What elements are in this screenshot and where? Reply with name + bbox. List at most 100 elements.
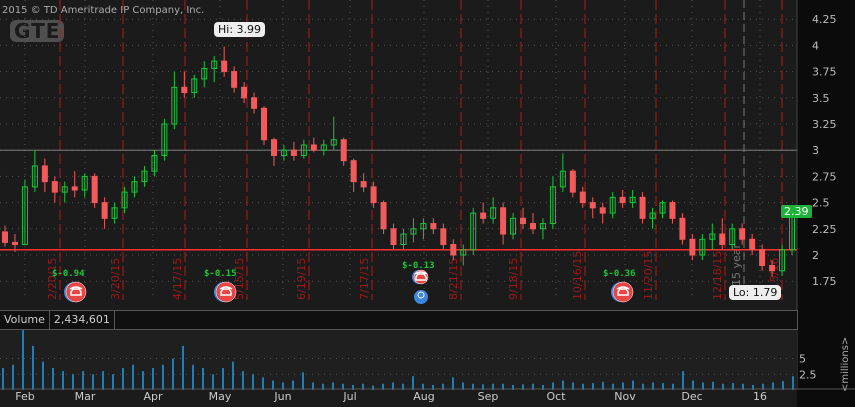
candle-body [41,165,48,183]
candle-body [261,107,268,141]
volume-tick-label: 2.5 [799,368,817,381]
earnings-label: $-0.15 [204,269,237,279]
candle-body [2,231,8,243]
price-chart[interactable]: 4.2543.753.53.2532.752.52.2521.752/20/15… [0,0,855,407]
volume-bar [12,364,14,390]
phone-icon [65,281,87,303]
y-tick-label: 3 [812,144,819,157]
earnings-label: $-0.94 [52,269,85,279]
candle-body [360,181,367,188]
y-tick-label: 2.5 [812,197,830,210]
x-tick-label: 16 [753,390,767,403]
x-tick-label: Jul [343,390,357,403]
volume-bar [212,374,214,390]
volume-bar [62,371,64,390]
volume-bar [162,364,164,390]
earnings-label: $-0.13 [402,261,435,271]
volume-bar [142,371,144,390]
candle-body [719,233,726,246]
y-tick-label: 3.75 [812,66,837,79]
x-tick-label: Feb [15,390,35,403]
candle-body [689,238,696,256]
expiry-date-label: 6/19/15 [295,258,308,300]
low-callout: Lo: 1.79 [729,285,782,300]
expiry-date-label: 7/17/15 [358,258,371,300]
x-tick-label: Aug [413,390,435,403]
x-tick-label: Sep [477,390,499,403]
candle-body [520,217,527,225]
volume-unit: <millions> [840,336,851,392]
volume-bar [32,345,34,390]
volume-bar [192,364,194,390]
candle-body [380,202,387,230]
x-tick-label: Jun [274,390,292,403]
volume-tick-label: 5 [799,353,806,366]
volume-bar [222,367,224,390]
expiry-date-label: 12/18/15 [711,251,724,300]
volume-bar [302,372,304,390]
candle-body [440,228,447,246]
volume-bar [72,374,74,390]
volume-bar [92,374,94,390]
candle-body [221,60,228,73]
earnings-label: $-0.36 [603,269,636,279]
candle-body [370,186,377,204]
expiry-date-label: 3/20/15 [109,258,122,300]
y-tick-label: 3.25 [812,118,837,131]
volume-bar [82,371,84,390]
volume-bar [22,330,24,390]
expiry-date-label: 11/20/15 [642,251,655,300]
volume-header: Volume 2,434,601 [0,310,798,330]
y-tick-label: 1.75 [812,275,837,288]
y-tick-label: 2 [812,249,819,262]
candle-body [241,86,248,99]
volume-bar [182,345,184,390]
candle-body [589,202,596,209]
volume-bar [52,367,54,390]
volume-bar [172,358,174,390]
candle-body [500,207,507,235]
volume-bar [412,376,414,390]
candle-body [769,264,776,272]
x-tick-label: Mar [74,390,96,403]
y-tick-label: 2.75 [812,170,837,183]
candle-body [181,86,188,94]
volume-bar [232,361,234,390]
volume-bar [242,371,244,390]
candle-body [51,181,58,193]
volume-value: 2,434,601 [50,311,115,329]
x-tick-label: May [208,390,232,403]
x-tick-label: Oct [546,390,566,403]
candle-body [340,139,347,162]
volume-bar [112,374,114,390]
candle-body [251,97,258,109]
volume-bar [122,367,124,390]
y-tick-label: 4 [812,39,819,52]
candle-body [639,196,646,219]
candle-body [529,223,536,230]
expiry-date-label: 9/18/15 [507,258,520,300]
candle-body [290,149,297,156]
candle-body [270,139,277,156]
volume-panel [0,329,797,389]
candle-body [231,71,238,88]
candle-body [569,170,576,193]
volume-bar [682,371,684,390]
last-price-badge: 2.39 [781,205,812,218]
volume-bar [452,377,454,390]
expiry-date-label: 8/21/15 [447,258,460,300]
phone-icon [215,281,237,303]
candle-body [759,249,766,266]
candle-body [669,202,676,219]
volume-title: Volume [0,311,50,329]
candle-body [619,196,626,204]
candle-body [749,238,756,251]
volume-bar [42,361,44,390]
candle-body [579,191,586,204]
phone-icon [612,281,634,303]
high-callout: Hi: 3.99 [214,22,266,37]
candle-body [679,217,686,240]
candle-body [430,223,437,230]
x-tick-label: Nov [614,390,636,403]
candle-body [390,228,397,246]
